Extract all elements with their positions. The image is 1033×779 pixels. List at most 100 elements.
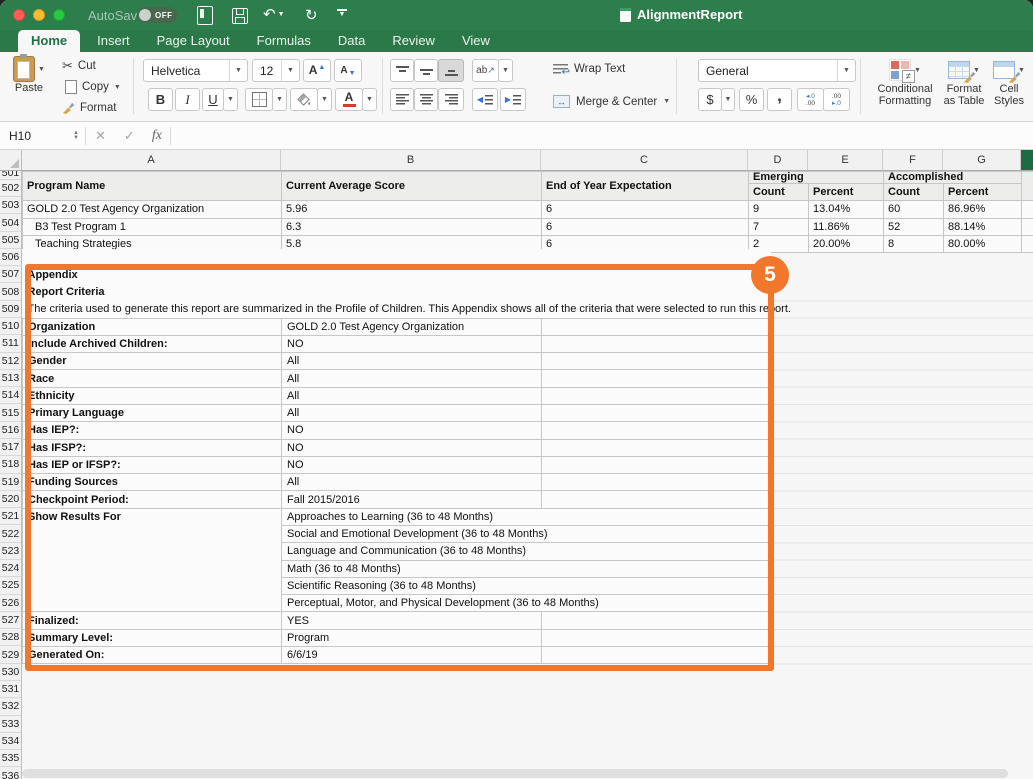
cell[interactable]: End of Year Expectation (542, 172, 749, 201)
row-number[interactable]: 524 (0, 560, 21, 577)
row-number[interactable]: 529 (0, 646, 21, 663)
cell[interactable] (542, 335, 771, 352)
cell[interactable]: Gender (23, 353, 282, 370)
row-number[interactable]: 535 (0, 750, 21, 767)
new-workbook-button[interactable] (197, 6, 213, 25)
cell[interactable] (23, 249, 771, 266)
name-box-stepper[interactable]: ▲▼ (73, 131, 79, 141)
cell[interactable]: Math (36 to 48 Months) (282, 560, 771, 577)
row-number[interactable]: 530 (0, 664, 21, 681)
column-header-f[interactable]: F (883, 150, 943, 170)
cell[interactable] (542, 318, 771, 335)
row-number[interactable]: 533 (0, 716, 21, 733)
column-header-a[interactable]: A (22, 150, 281, 170)
merge-center-button[interactable]: ↔ Merge & Center ▼ (553, 95, 670, 108)
cell[interactable] (1022, 235, 1033, 252)
comma-style-button[interactable]: , (767, 88, 792, 111)
cell[interactable]: 88.14% (944, 218, 1022, 235)
cell[interactable]: Include Archived Children: (23, 335, 282, 352)
row-number[interactable]: 528 (0, 629, 21, 646)
cell[interactable]: GOLD 2.0 Test Agency Organization (282, 318, 542, 335)
row-number[interactable]: 505 (0, 232, 21, 249)
cell[interactable]: Emerging (749, 172, 884, 184)
cell[interactable] (542, 491, 771, 508)
tab-page-layout[interactable]: Page Layout (157, 33, 230, 52)
tab-insert[interactable]: Insert (97, 33, 130, 52)
column-header-b[interactable]: B (281, 150, 541, 170)
orientation-options-button[interactable]: ▼ (498, 59, 513, 82)
cell[interactable]: YES (282, 612, 542, 629)
row-number[interactable]: 512 (0, 353, 21, 370)
increase-indent-button[interactable]: ▶ (500, 88, 526, 111)
undo-button[interactable]: ↶▼ (263, 7, 285, 22)
row-number[interactable]: 504 (0, 214, 21, 231)
row-number[interactable]: 503 (0, 197, 21, 214)
cell[interactable] (542, 387, 771, 404)
cell[interactable]: 6/6/19 (282, 646, 542, 663)
cell[interactable]: Finalized: (23, 612, 282, 629)
cell[interactable]: The criteria used to generate this repor… (23, 301, 771, 318)
cell[interactable]: Accomplished (884, 172, 1022, 184)
cell[interactable] (542, 456, 771, 473)
cell[interactable]: Social and Emotional Development (36 to … (282, 526, 771, 543)
cell[interactable]: Program (282, 629, 542, 646)
paste-button[interactable]: ▼ Paste (8, 56, 50, 94)
cell[interactable]: Has IFSP?: (23, 439, 282, 456)
cell[interactable] (542, 646, 771, 663)
cell[interactable] (1022, 201, 1033, 218)
cell[interactable]: Generated On: (23, 646, 282, 663)
row-number[interactable]: 531 (0, 681, 21, 698)
row-number[interactable]: 511 (0, 335, 21, 352)
select-all-corner[interactable] (0, 150, 22, 170)
cell[interactable]: 6 (542, 218, 749, 235)
cell[interactable]: NO (282, 439, 542, 456)
cell[interactable]: Current Average Score (282, 172, 542, 201)
row-number[interactable]: 534 (0, 733, 21, 750)
cell[interactable]: Report Criteria (23, 284, 771, 301)
cell[interactable]: 5.96 (282, 201, 542, 218)
cell[interactable]: All (282, 474, 542, 491)
column-header-e[interactable]: E (808, 150, 883, 170)
bold-button[interactable]: B (148, 88, 173, 111)
enter-icon[interactable]: ✓ (124, 128, 135, 144)
column-header-h-active[interactable] (1021, 150, 1033, 170)
cell[interactable]: Organization (23, 318, 282, 335)
conditional-formatting-button[interactable]: ≠ ▼ Conditional Formatting (866, 57, 944, 107)
toolbar-options-button[interactable]: ▼ (336, 9, 348, 18)
row-number[interactable]: 513 (0, 370, 21, 387)
close-window-button[interactable] (13, 9, 25, 21)
row-number[interactable]: 525 (0, 577, 21, 594)
align-left-button[interactable] (390, 88, 414, 111)
italic-button[interactable]: I (175, 88, 200, 111)
save-button[interactable] (232, 8, 248, 24)
align-right-button[interactable] (438, 88, 464, 111)
align-bottom-button[interactable] (438, 59, 464, 82)
cell[interactable]: All (282, 387, 542, 404)
row-number[interactable]: 515 (0, 404, 21, 421)
cell[interactable]: Language and Communication (36 to 48 Mon… (282, 543, 771, 560)
row-number[interactable]: 501 (0, 171, 21, 180)
cell[interactable]: Ethnicity (23, 387, 282, 404)
cell[interactable]: B3 Test Program 1 (23, 218, 282, 235)
row-number[interactable]: 507 (0, 266, 21, 283)
cell[interactable]: 6 (542, 201, 749, 218)
cell[interactable]: Has IEP or IFSP?: (23, 456, 282, 473)
font-family-select[interactable]: Helvetica ▼ (143, 59, 248, 82)
horizontal-scrollbar-thumb[interactable] (22, 769, 1008, 778)
currency-button[interactable]: $ (698, 88, 722, 111)
tab-home[interactable]: Home (18, 30, 80, 52)
cell[interactable]: Percent (809, 184, 884, 201)
cancel-icon[interactable]: ✕ (95, 128, 106, 144)
row-number[interactable]: 518 (0, 456, 21, 473)
cell[interactable]: NO (282, 456, 542, 473)
cell[interactable] (542, 474, 771, 491)
row-number[interactable]: 510 (0, 318, 21, 335)
format-painter-button[interactable]: Format (62, 101, 116, 114)
tab-review[interactable]: Review (392, 33, 435, 52)
cell[interactable]: Count (884, 184, 944, 201)
fill-color-button[interactable] (290, 88, 318, 111)
cell[interactable]: All (282, 405, 542, 422)
cell[interactable]: 7 (749, 218, 809, 235)
increase-decimal-button[interactable]: ◂.0 .00 (797, 88, 824, 111)
column-header-d[interactable]: D (748, 150, 808, 170)
